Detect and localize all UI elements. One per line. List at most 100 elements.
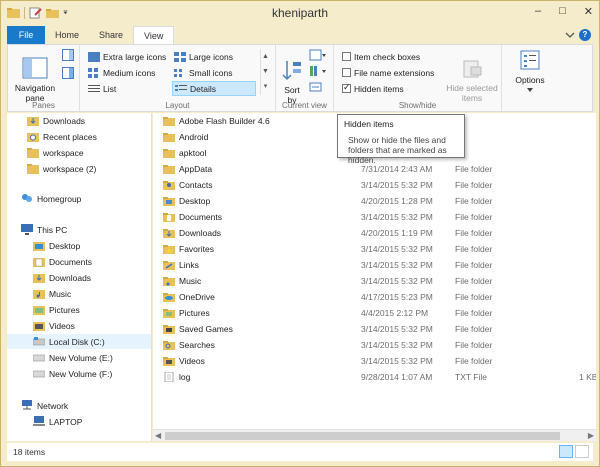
hidden-items-checkbox[interactable] (342, 82, 351, 93)
view-toggle (559, 445, 589, 458)
hidden-items-tooltip: Hidden items Show or hide the files and … (337, 114, 465, 165)
drive-icon (33, 370, 45, 378)
nav-item-videos[interactable]: Videos (33, 318, 75, 333)
layout-gallery-scroll[interactable]: ▲ ▼ ▾ (260, 49, 270, 95)
file-row[interactable]: Documents 3/14/2015 5:32 PM File folder (163, 210, 596, 225)
nav-item-desktop[interactable]: Desktop (33, 238, 80, 253)
file-row[interactable]: Videos 3/14/2015 5:32 PM File folder (163, 354, 596, 369)
downloads-icon (33, 274, 45, 283)
nav-item-local-disk-c[interactable]: Local Disk (C:) (7, 334, 152, 349)
nav-item-label: Desktop (49, 240, 81, 251)
nav-item-workspace-2[interactable]: workspace (2) (27, 161, 96, 176)
nav-item-documents[interactable]: Documents (33, 254, 92, 269)
nav-item-label: Network (37, 400, 69, 411)
maximize-icon[interactable]: □ (559, 5, 566, 18)
folder-icon (163, 357, 175, 366)
file-date: 4/20/2015 1:28 PM (361, 196, 433, 206)
nav-item-music[interactable]: Music (33, 286, 71, 301)
file-name: Videos (179, 356, 205, 366)
file-type: File folder (455, 196, 493, 206)
ribbon-help-controls: ? (565, 29, 591, 41)
tab-share[interactable]: Share (89, 26, 133, 45)
size-columns-icon[interactable] (309, 81, 327, 93)
minimize-icon[interactable]: – (535, 5, 541, 18)
chevron-down-icon[interactable] (565, 30, 575, 40)
file-name-extensions-option[interactable]: File name extensions (340, 65, 436, 80)
details-pane-icon[interactable] (62, 67, 74, 79)
desktop-icon (33, 242, 45, 251)
file-row[interactable]: Downloads 4/20/2015 1:19 PM File folder (163, 226, 596, 241)
horizontal-scrollbar[interactable]: ◀ ▶ (153, 429, 596, 441)
tab-file[interactable]: File (7, 26, 45, 45)
nav-item-homegroup[interactable]: Homegroup (21, 191, 81, 206)
layout-list[interactable]: List (86, 81, 118, 96)
layout-details[interactable]: Details (172, 81, 256, 96)
large-icons-label: Large icons (189, 51, 233, 62)
nav-item-new-volume-e[interactable]: New Volume (E:) (33, 350, 113, 365)
item-check-boxes-label: Item check boxes (354, 51, 421, 62)
file-row[interactable]: Searches 3/14/2015 5:32 PM File folder (163, 338, 596, 353)
layout-large-icons[interactable]: Large icons (172, 49, 235, 64)
options-button[interactable]: Options (510, 49, 550, 95)
nav-item-pictures[interactable]: Pictures (33, 302, 80, 317)
tab-view[interactable]: View (133, 26, 175, 45)
nav-item-new-volume-f[interactable]: New Volume (F:) (33, 366, 112, 381)
file-name: Music (179, 276, 202, 286)
folder-icon (163, 229, 175, 238)
scrollbar-thumb[interactable] (165, 432, 560, 440)
details-view-icon[interactable] (559, 445, 573, 458)
file-date: 3/14/2015 5:32 PM (361, 340, 433, 350)
file-row[interactable]: log 9/28/2014 1:07 AM TXT File 1 KB (163, 370, 596, 385)
list-icon (88, 84, 100, 92)
file-name: AppData (179, 164, 213, 174)
preview-pane-icon[interactable] (62, 49, 74, 61)
group-by-icon[interactable] (309, 49, 327, 61)
file-type: File folder (455, 356, 493, 366)
item-check-boxes-checkbox[interactable] (342, 52, 351, 61)
file-type: File folder (455, 180, 493, 190)
nav-item-downloads[interactable]: Downloads (33, 270, 91, 285)
folder-icon (163, 293, 175, 302)
file-name-extensions-label: File name extensions (354, 67, 435, 78)
file-row[interactable]: Desktop 4/20/2015 1:28 PM File folder (163, 194, 596, 209)
file-row[interactable]: Favorites 3/14/2015 5:32 PM File folder (163, 242, 596, 257)
close-icon[interactable]: ✕ (584, 5, 593, 18)
item-check-boxes-option[interactable]: Item check boxes (340, 49, 422, 64)
folder-icon (163, 181, 175, 190)
nav-item-recent-places[interactable]: Recent places (27, 129, 97, 144)
nav-item-this-pc[interactable]: This PC (21, 222, 67, 237)
file-name-extensions-checkbox[interactable] (342, 68, 351, 77)
tab-home[interactable]: Home (45, 26, 89, 45)
pane-divider[interactable] (151, 113, 152, 441)
nav-item-network[interactable]: Network (21, 398, 68, 413)
file-date: 3/14/2015 5:32 PM (361, 244, 433, 254)
folder-icon (163, 325, 175, 334)
folder-icon (163, 261, 175, 270)
layout-medium-icons[interactable]: Medium icons (86, 65, 157, 80)
nav-item-label: workspace (43, 147, 84, 158)
sort-icon (282, 61, 301, 81)
help-icon[interactable]: ? (579, 29, 591, 41)
add-columns-icon[interactable] (309, 65, 327, 77)
current-view-group: Sort by Current view (276, 45, 334, 111)
layout-extra-large-icons[interactable]: Extra large icons (86, 49, 168, 64)
navigation-pane: Downloads Recent places workspace worksp… (7, 113, 152, 441)
file-row[interactable]: Music 3/14/2015 5:32 PM File folder (163, 274, 596, 289)
large-icons-view-icon[interactable] (575, 445, 589, 458)
nav-item-label: Videos (49, 320, 75, 331)
file-name: apktool (179, 148, 207, 158)
navigation-pane-label: Navigation pane (14, 83, 56, 103)
layout-small-icons[interactable]: Small icons (172, 65, 234, 80)
nav-item-downloads-fav[interactable]: Downloads (27, 113, 85, 128)
scroll-right-icon[interactable]: ▶ (588, 431, 594, 440)
file-row[interactable]: Contacts 3/14/2015 5:32 PM File folder (163, 178, 596, 193)
file-row[interactable]: OneDrive 4/17/2015 5:23 PM File folder (163, 290, 596, 305)
file-row[interactable]: Links 3/14/2015 5:32 PM File folder (163, 258, 596, 273)
file-row[interactable]: Pictures 4/4/2015 2:12 PM File folder (163, 306, 596, 321)
nav-item-workspace[interactable]: workspace (27, 145, 84, 160)
hidden-items-option[interactable]: Hidden items (340, 81, 406, 96)
file-row[interactable]: Saved Games 3/14/2015 5:32 PM File folder (163, 322, 596, 337)
nav-item-laptop[interactable]: LAPTOP (33, 414, 82, 429)
options-label: Options (515, 75, 545, 85)
scroll-left-icon[interactable]: ◀ (155, 431, 161, 440)
